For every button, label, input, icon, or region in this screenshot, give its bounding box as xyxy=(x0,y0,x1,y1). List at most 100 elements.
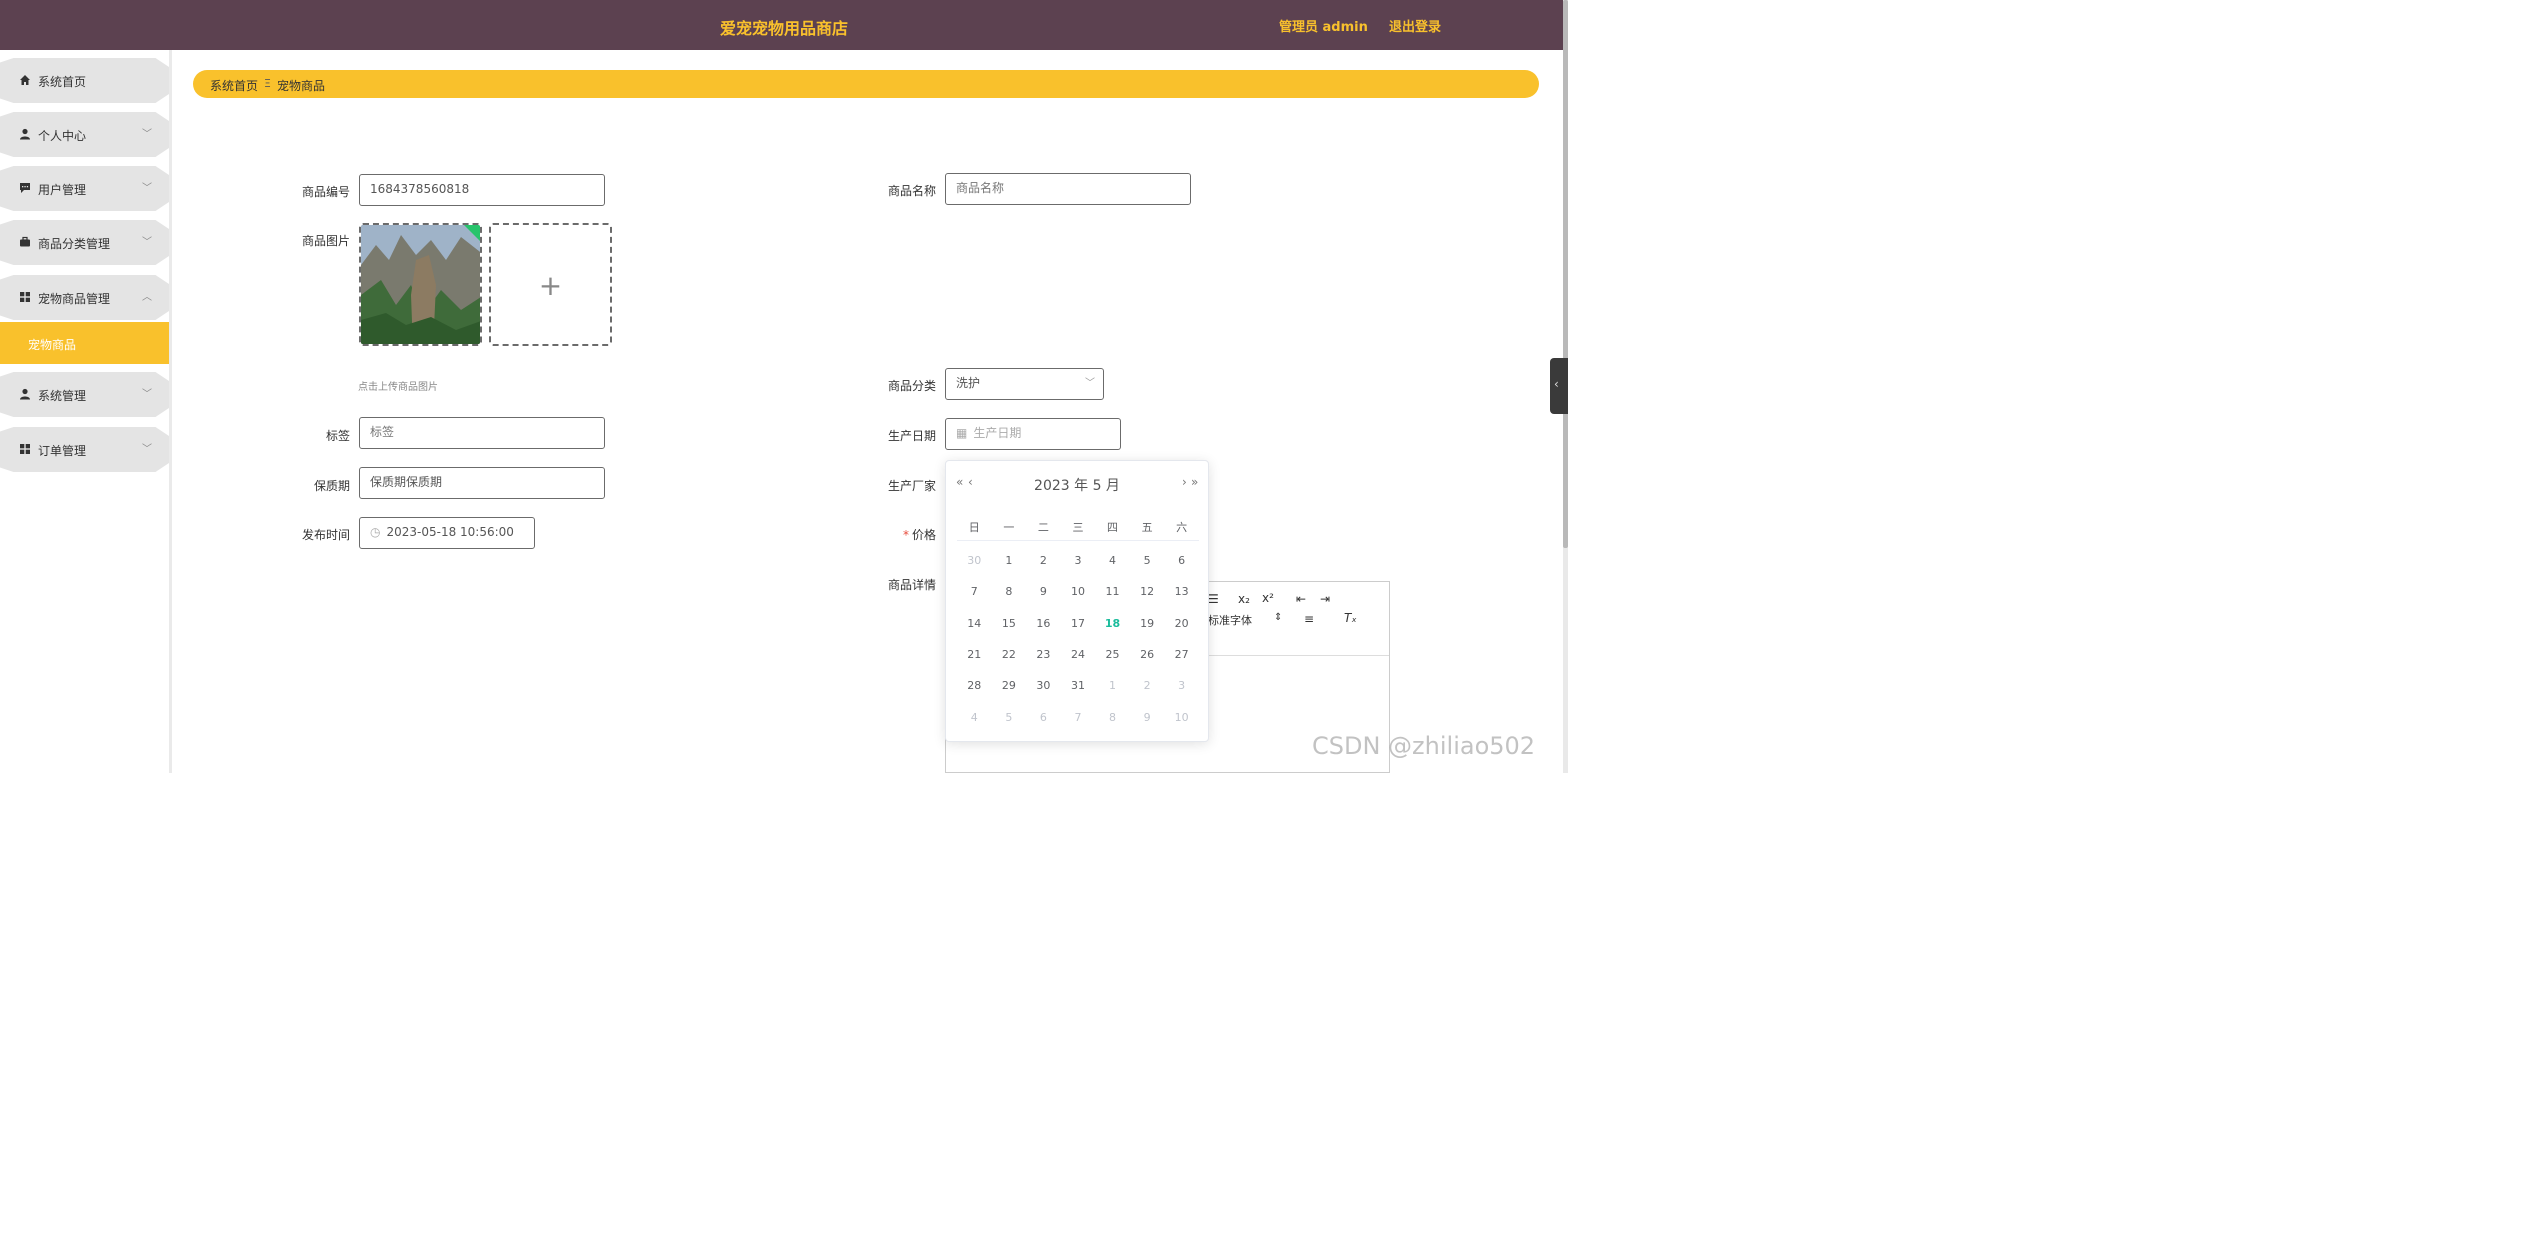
shelf-life-input[interactable]: 保质期保质期 xyxy=(359,467,605,499)
clear-format-icon[interactable]: Tₓ xyxy=(1344,611,1357,625)
sidebar-item-system[interactable]: 系统管理 ﹀ xyxy=(0,372,169,417)
logout-link[interactable]: 退出登录 xyxy=(1389,16,1441,35)
date-cell-other-month[interactable]: 8 xyxy=(1095,711,1130,724)
date-cell-other-month[interactable]: 9 xyxy=(1130,711,1165,724)
date-cell[interactable]: 29 xyxy=(992,679,1027,692)
align-icon[interactable]: ☰ xyxy=(1208,592,1219,606)
sidebar-item-label: 商品分类管理 xyxy=(38,237,111,251)
date-cell-other-month[interactable]: 6 xyxy=(1026,711,1061,724)
chevron-down-icon: ﹀ xyxy=(142,389,152,400)
date-cell[interactable]: 28 xyxy=(957,679,992,692)
font-select[interactable]: 标准字体 xyxy=(1208,612,1252,628)
date-cell[interactable]: 11 xyxy=(1095,585,1130,598)
date-cell-other-month[interactable]: 10 xyxy=(1164,711,1199,724)
date-cell[interactable]: 15 xyxy=(992,617,1027,630)
category-label: 商品分类 xyxy=(887,379,936,393)
sidebar-subitem-pet-product[interactable]: 宠物商品 xyxy=(0,322,169,364)
tag-input[interactable]: 标签 xyxy=(359,417,605,449)
date-cell-other-month[interactable]: 5 xyxy=(992,711,1027,724)
date-cell[interactable]: 21 xyxy=(957,648,992,661)
sidebar-item-label: 系统管理 xyxy=(38,389,87,403)
date-cell[interactable]: 4 xyxy=(1095,554,1130,567)
date-cell[interactable]: 12 xyxy=(1130,585,1165,598)
subscript-icon[interactable]: x₂ xyxy=(1238,592,1250,606)
date-cell[interactable]: 5 xyxy=(1130,554,1165,567)
chevron-down-icon: ﹀ xyxy=(142,444,152,455)
uploaded-image-thumbnail[interactable] xyxy=(359,223,482,346)
name-label: 商品名称 xyxy=(887,184,936,198)
sidebar-item-orders[interactable]: 订单管理 ﹀ xyxy=(0,427,169,472)
weekday-label: 六 xyxy=(1176,520,1188,534)
date-cell[interactable]: 6 xyxy=(1164,554,1199,567)
date-cell[interactable]: 3 xyxy=(1061,554,1096,567)
price-label: * 价格 xyxy=(856,526,936,543)
date-cell[interactable]: 10 xyxy=(1061,585,1096,598)
publish-time-input[interactable]: ◷ 2023-05-18 10:56:00 xyxy=(359,517,535,549)
date-cell-other-month[interactable]: 3 xyxy=(1164,679,1199,692)
top-bar: 爱宠宠物用品商店 管理员 admin 退出登录 xyxy=(0,0,1568,50)
weekday-label: 三 xyxy=(1072,520,1084,534)
chevron-down-icon: ﹀ xyxy=(142,237,152,248)
date-cell-other-month[interactable]: 2 xyxy=(1130,679,1165,692)
align-right-icon[interactable]: ≡ xyxy=(1304,612,1314,626)
sidebar-item-label: 个人中心 xyxy=(38,129,87,143)
category-select[interactable]: 洗护 ﹀ xyxy=(945,368,1104,400)
date-cell[interactable]: 1 xyxy=(992,554,1027,567)
sidebar-item-category[interactable]: 商品分类管理 ﹀ xyxy=(0,220,169,265)
date-cell-other-month[interactable]: 30 xyxy=(957,554,992,567)
sidebar-item-users[interactable]: 用户管理 ﹀ xyxy=(0,166,169,211)
image-upload-hint: 点击上传商品图片 xyxy=(358,382,438,393)
image-upload-button[interactable]: + xyxy=(489,223,612,346)
image-label: 商品图片 xyxy=(301,234,350,248)
date-cell[interactable]: 27 xyxy=(1164,648,1199,661)
code-input[interactable]: 1684378560818 xyxy=(359,174,605,206)
date-cell[interactable]: 30 xyxy=(1026,679,1061,692)
sidebar-item-personal[interactable]: 个人中心 ﹀ xyxy=(0,112,169,157)
date-cell[interactable]: 14 xyxy=(957,617,992,630)
date-cell[interactable]: 9 xyxy=(1026,585,1061,598)
date-cell[interactable]: 20 xyxy=(1164,617,1199,630)
next-year-button[interactable]: » xyxy=(1191,475,1198,489)
date-cell[interactable]: 13 xyxy=(1164,585,1199,598)
manufacturer-label: 生产厂家 xyxy=(887,479,936,493)
date-cell-other-month[interactable]: 7 xyxy=(1061,711,1096,724)
date-cell[interactable]: 17 xyxy=(1061,617,1096,630)
detail-label: 商品详情 xyxy=(887,578,936,592)
date-cell[interactable]: 2 xyxy=(1026,554,1061,567)
date-cell-other-month[interactable]: 1 xyxy=(1095,679,1130,692)
date-cell[interactable]: 24 xyxy=(1061,648,1096,661)
date-cell[interactable]: 23 xyxy=(1026,648,1061,661)
date-cell[interactable]: 16 xyxy=(1026,617,1061,630)
scrollbar-thumb[interactable] xyxy=(1563,0,1568,548)
chevron-left-icon: ‹ xyxy=(1554,377,1559,391)
weekday-label: 日 xyxy=(968,520,980,534)
weekday-label: 二 xyxy=(1037,520,1049,534)
sidebar-item-label: 用户管理 xyxy=(38,183,87,197)
date-cell[interactable]: 25 xyxy=(1095,648,1130,661)
breadcrumb-home[interactable]: 系统首页 xyxy=(210,77,258,94)
chevron-down-icon: ﹀ xyxy=(1085,378,1095,389)
sidebar-item-home[interactable]: 系统首页 xyxy=(0,58,169,103)
date-cell[interactable]: 22 xyxy=(992,648,1027,661)
chat-icon xyxy=(20,183,30,193)
date-cell[interactable]: 19 xyxy=(1130,617,1165,630)
date-cell[interactable]: 31 xyxy=(1061,679,1096,692)
plus-icon: + xyxy=(538,269,563,302)
grid-icon xyxy=(20,292,30,302)
current-user: 管理员 admin xyxy=(1279,20,1368,35)
side-drawer-toggle[interactable]: ‹ xyxy=(1550,358,1568,414)
indent-icon[interactable]: ⇥ xyxy=(1320,592,1330,606)
production-date-input[interactable]: ▦ 生产日期 xyxy=(945,418,1121,450)
next-month-button[interactable]: › xyxy=(1182,475,1187,489)
date-cell-other-month[interactable]: 4 xyxy=(957,711,992,724)
date-cell-today[interactable]: 18 xyxy=(1095,617,1130,630)
date-cell[interactable]: 26 xyxy=(1130,648,1165,661)
name-input[interactable]: 商品名称 xyxy=(945,173,1191,205)
weekday-label: 一 xyxy=(1003,520,1015,534)
date-cell[interactable]: 8 xyxy=(992,585,1027,598)
sidebar-item-label: 系统首页 xyxy=(38,75,87,89)
sidebar-item-pet-products[interactable]: 宠物商品管理 ︿ xyxy=(0,275,169,320)
date-cell[interactable]: 7 xyxy=(957,585,992,598)
outdent-icon[interactable]: ⇤ xyxy=(1296,592,1306,606)
superscript-icon[interactable]: x² xyxy=(1262,591,1274,605)
